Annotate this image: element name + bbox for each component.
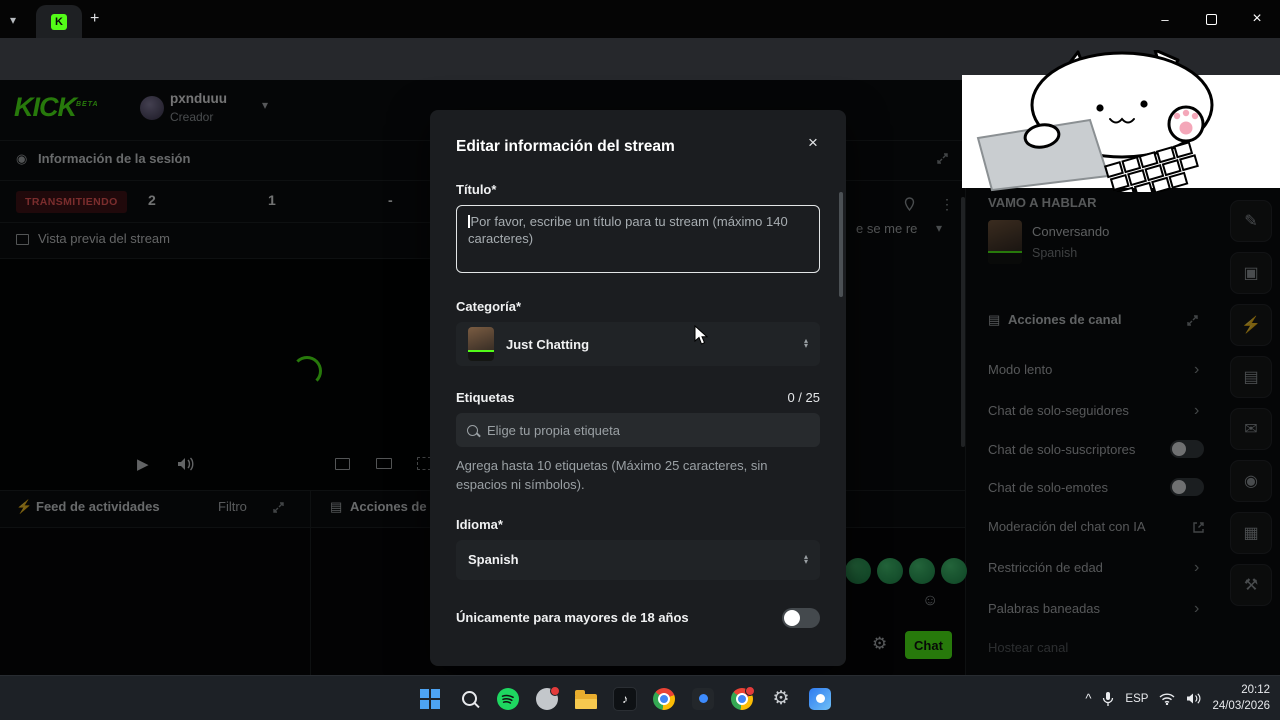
search-icon: [467, 424, 478, 436]
taskbar-clock[interactable]: 20:12 24/03/2026: [1212, 683, 1270, 714]
text-caret: [468, 215, 470, 228]
photos-app-button[interactable]: [808, 687, 832, 711]
mature-content-label: Únicamente para mayores de 18 años: [456, 610, 689, 626]
edit-stream-info-modal: Editar información del stream × Título* …: [430, 110, 846, 666]
clock-time: 20:12: [1241, 683, 1270, 696]
browser-tab-strip: ▾ K + – ×: [0, 0, 1280, 38]
photos-icon: [809, 687, 831, 710]
stream-title-placeholder: Por favor, escribe un título para tu str…: [468, 214, 788, 246]
kick-favicon: K: [51, 13, 67, 30]
tiktok-icon: ♪: [613, 686, 637, 711]
select-chevrons-icon: ▴ ▾: [803, 551, 808, 566]
screen: ▾ K + – × ← → ↻ dashboard.kick.com/moder…: [0, 0, 1280, 720]
microphone-icon[interactable]: [1102, 691, 1114, 707]
notification-dot: [745, 685, 755, 696]
app-icon: [692, 687, 714, 710]
etiquetas-counter: 0 / 25: [787, 390, 820, 405]
clock-date: 24/03/2026: [1212, 699, 1270, 712]
volume-icon[interactable]: [1186, 692, 1201, 705]
notifications-app-button[interactable]: [535, 685, 560, 711]
tab-search-chevron-icon[interactable]: ▾: [10, 13, 16, 27]
tiktok-button[interactable]: ♪: [613, 686, 637, 711]
new-tab-button[interactable]: +: [90, 10, 99, 28]
windows-taskbar: ♪ ⚙ ^ ESP 20:12 24/03/2026: [0, 675, 1280, 720]
system-tray: ^ ESP 20:12 24/03/2026: [1085, 676, 1270, 720]
category-value: Just Chatting: [506, 336, 590, 352]
window-controls: – ×: [1142, 0, 1280, 38]
gear-icon: ⚙: [772, 688, 790, 709]
tag-search-input[interactable]: Elige tu propia etiqueta: [456, 413, 820, 447]
notification-dot: [550, 685, 560, 696]
file-explorer-button[interactable]: [574, 687, 598, 711]
etiquetas-label: Etiquetas: [456, 390, 515, 405]
folder-icon: [575, 689, 597, 709]
select-chevrons-icon: ▴ ▾: [803, 336, 808, 350]
chrome-icon: [653, 687, 675, 710]
tray-chevron-up-icon[interactable]: ^: [1085, 691, 1091, 706]
wifi-icon[interactable]: [1159, 692, 1175, 705]
category-thumbnail: [468, 327, 494, 361]
language-select[interactable]: Spanish ▴ ▾: [456, 539, 820, 580]
mature-content-toggle[interactable]: [782, 607, 820, 628]
stream-title-input[interactable]: Por favor, escribe un título para tu str…: [456, 205, 820, 273]
windows-logo-icon: [420, 688, 440, 709]
start-button[interactable]: [418, 687, 442, 711]
etiquetas-help-text: Agrega hasta 10 etiquetas (Máximo 25 car…: [456, 458, 768, 492]
settings-button[interactable]: ⚙: [769, 687, 793, 711]
idioma-label: Idioma*: [456, 516, 503, 532]
tag-search-placeholder: Elige tu propia etiqueta: [487, 422, 620, 438]
taskbar-search-button[interactable]: [457, 687, 481, 711]
titulo-label: Título*: [456, 182, 497, 197]
chrome-profile-button[interactable]: [730, 685, 755, 711]
close-button[interactable]: ×: [1234, 0, 1280, 38]
language-indicator[interactable]: ESP: [1125, 693, 1148, 705]
categoria-label: Categoría*: [456, 299, 522, 314]
taskbar-icons: ♪ ⚙: [418, 676, 832, 720]
modal-scrollbar[interactable]: [839, 192, 843, 297]
maximize-button[interactable]: [1188, 0, 1234, 38]
language-value: Spanish: [468, 552, 519, 568]
spotify-icon: [497, 687, 519, 710]
maximize-icon: [1205, 13, 1217, 25]
dark-app-button[interactable]: [691, 687, 715, 711]
mouse-cursor: [694, 325, 709, 345]
chrome-button[interactable]: [652, 687, 676, 711]
bongo-cat-overlay: [962, 50, 1280, 192]
browser-tab[interactable]: K: [36, 5, 82, 38]
modal-close-button[interactable]: ×: [802, 132, 824, 154]
minimize-button[interactable]: –: [1142, 0, 1188, 38]
spotify-button[interactable]: [496, 687, 520, 711]
search-icon: [461, 691, 477, 706]
modal-title: Editar información del stream: [456, 138, 675, 155]
category-select[interactable]: Just Chatting ▴ ▾: [456, 322, 820, 366]
